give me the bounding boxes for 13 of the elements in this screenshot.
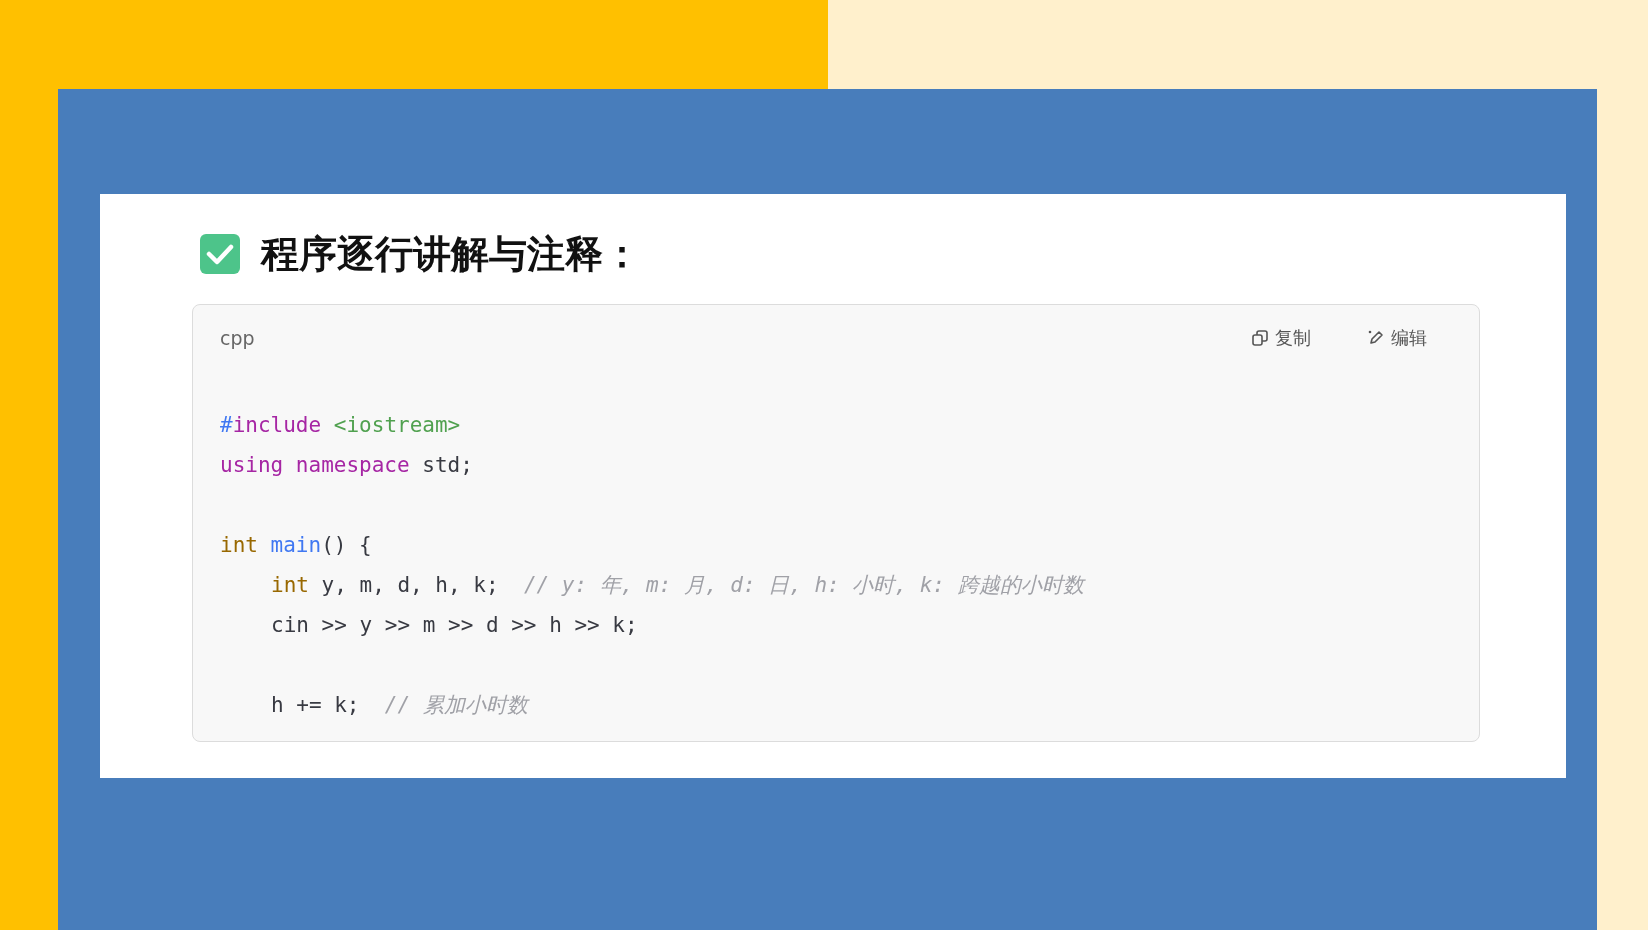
- copy-button[interactable]: 复制: [1251, 326, 1311, 350]
- section-heading: 程序逐行讲解与注释：: [261, 230, 641, 278]
- code-line: int y, m, d, h, k; // y: 年, m: 月, d: 日, h: 小时, k: 跨越的小时数: [271, 572, 1084, 599]
- code-line: #include <iostream>: [220, 412, 461, 439]
- code-line: h += k; // 累加小时数: [271, 692, 528, 719]
- code-line: int main() {: [220, 532, 372, 559]
- copy-icon: [1251, 329, 1269, 347]
- code-line: using namespace std;: [220, 452, 473, 479]
- code-line: cin >> y >> m >> d >> h >> k;: [271, 612, 638, 639]
- checkbox-icon: [199, 233, 241, 275]
- edit-button[interactable]: 编辑: [1367, 326, 1427, 350]
- language-label: cpp: [220, 327, 256, 349]
- pencil-icon: [1367, 329, 1385, 347]
